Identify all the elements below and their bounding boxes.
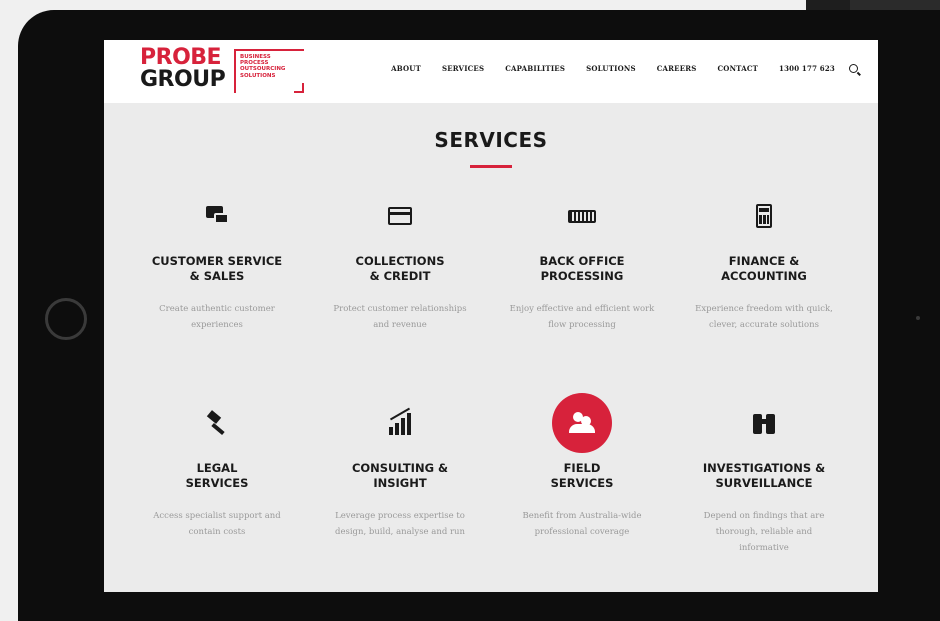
logo-tag-corner bbox=[294, 83, 304, 93]
tablet-camera-dot bbox=[916, 316, 920, 320]
service-card-customer-service[interactable]: CUSTOMER SERVICE & SALES Create authenti… bbox=[128, 201, 306, 333]
logo-tagline-line: OUTSOURCING bbox=[240, 66, 286, 73]
service-card-consulting[interactable]: CONSULTING & INSIGHT Leverage process ex… bbox=[311, 407, 489, 540]
service-title: COLLECTIONS & CREDIT bbox=[355, 254, 445, 283]
keyboard-icon bbox=[567, 201, 597, 231]
logo-word-probe: PROBE bbox=[140, 45, 222, 70]
people-icon bbox=[552, 393, 612, 453]
site-header: PROBE GROUP BUSINESS PROCESS OUTSOURCING… bbox=[104, 40, 878, 103]
nav-item-capabilities[interactable]: CAPABILITIES bbox=[505, 64, 565, 73]
service-description: Access specialist support and contain co… bbox=[153, 511, 281, 537]
chat-bubbles-icon bbox=[202, 201, 232, 231]
page-title: SERVICES bbox=[434, 128, 548, 152]
gavel-icon bbox=[202, 408, 232, 438]
service-description: Experience freedom with quick, clever, a… bbox=[695, 304, 833, 330]
service-title: BACK OFFICE PROCESSING bbox=[539, 254, 625, 283]
service-title: FINANCE & ACCOUNTING bbox=[721, 254, 807, 283]
service-description: Enjoy effective and efficient work flow … bbox=[509, 304, 655, 330]
title-underline bbox=[470, 165, 512, 168]
nav-item-services[interactable]: SERVICES bbox=[442, 64, 484, 73]
service-title: CONSULTING & INSIGHT bbox=[351, 461, 449, 490]
calculator-icon bbox=[749, 201, 779, 231]
service-card-collections[interactable]: COLLECTIONS & CREDIT Protect customer re… bbox=[311, 201, 489, 333]
nav-item-contact[interactable]: CONTACT bbox=[718, 64, 759, 73]
credit-card-icon bbox=[385, 201, 415, 231]
service-card-field-services[interactable]: FIELD SERVICES Benefit from Australia-wi… bbox=[493, 393, 671, 540]
service-card-finance[interactable]: FINANCE & ACCOUNTING Experience freedom … bbox=[675, 201, 853, 333]
tablet-home-button bbox=[45, 298, 87, 340]
logo-word-group: GROUP bbox=[140, 67, 226, 92]
nav-item-about[interactable]: ABOUT bbox=[391, 64, 421, 73]
logo-tagline-box: BUSINESS PROCESS OUTSOURCING SOLUTIONS bbox=[234, 49, 304, 93]
search-icon[interactable] bbox=[849, 64, 858, 73]
service-description: Protect customer relationships and reven… bbox=[333, 304, 467, 330]
growth-chart-icon bbox=[385, 407, 415, 438]
service-description: Benefit from Australia-wide professional… bbox=[522, 511, 642, 537]
website-screen: PROBE GROUP BUSINESS PROCESS OUTSOURCING… bbox=[104, 40, 878, 592]
binoculars-icon bbox=[749, 408, 779, 438]
service-card-investigations[interactable]: INVESTIGATIONS & SURVEILLANCE Depend on … bbox=[675, 408, 853, 556]
service-title: INVESTIGATIONS & SURVEILLANCE bbox=[702, 461, 826, 490]
logo-tagline: BUSINESS PROCESS OUTSOURCING SOLUTIONS bbox=[240, 54, 285, 79]
service-description: Depend on findings that are thorough, re… bbox=[703, 511, 825, 553]
phone-number-link[interactable]: 1300 177 623 bbox=[779, 64, 835, 73]
main-nav: ABOUT SERVICES CAPABILITIES SOLUTIONS CA… bbox=[370, 64, 858, 73]
service-card-legal[interactable]: LEGAL SERVICES Access specialist support… bbox=[128, 408, 306, 540]
service-card-back-office[interactable]: BACK OFFICE PROCESSING Enjoy effective a… bbox=[493, 201, 671, 333]
probe-group-logo[interactable]: PROBE GROUP BUSINESS PROCESS OUTSOURCING… bbox=[140, 45, 304, 93]
service-title: LEGAL SERVICES bbox=[185, 461, 249, 490]
service-description: Create authentic customer experiences bbox=[159, 304, 275, 330]
service-description: Leverage process expertise to design, bu… bbox=[335, 511, 465, 537]
nav-item-solutions[interactable]: SOLUTIONS bbox=[586, 64, 636, 73]
logo-tagline-line: SOLUTIONS bbox=[240, 72, 276, 79]
nav-item-careers[interactable]: CAREERS bbox=[657, 64, 697, 73]
service-title: CUSTOMER SERVICE & SALES bbox=[151, 254, 283, 283]
service-title: FIELD SERVICES bbox=[550, 461, 614, 490]
